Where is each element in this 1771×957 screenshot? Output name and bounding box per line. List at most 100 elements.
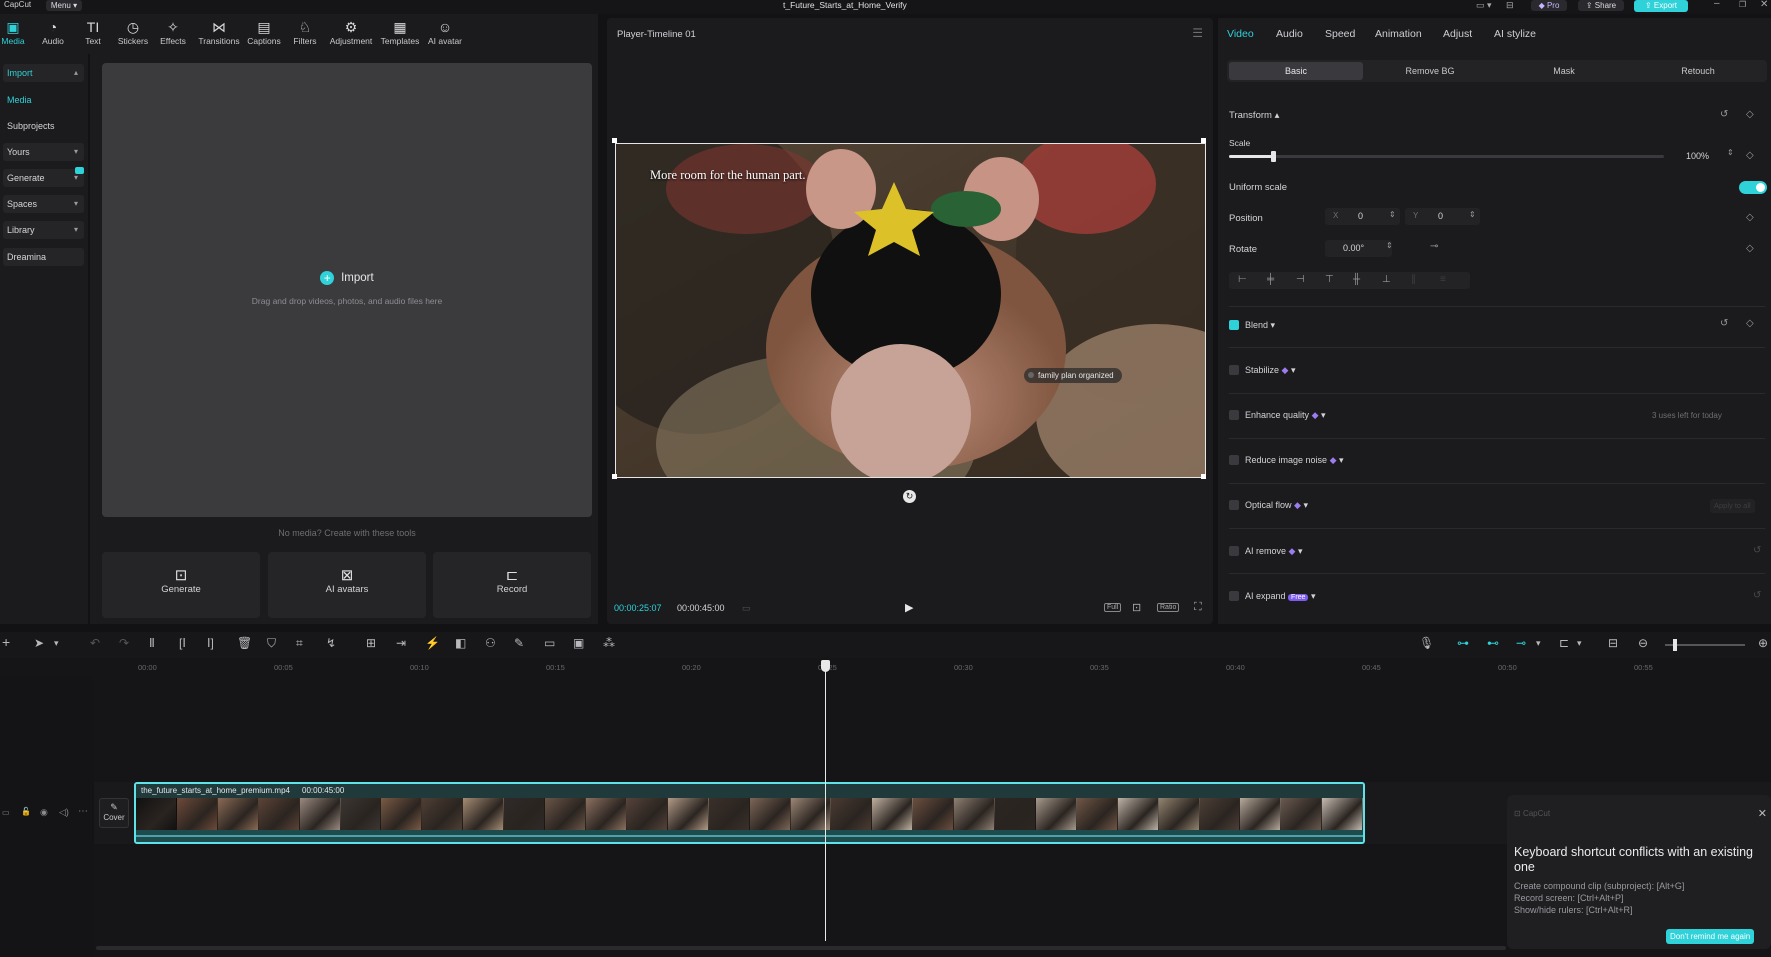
transform-label[interactable]: Transform ▴ <box>1229 110 1279 121</box>
pro-button[interactable]: ◆ Pro <box>1531 0 1567 11</box>
optical-flow-checkbox[interactable] <box>1229 500 1239 510</box>
sidebar-item-generate[interactable]: Generate ▾ <box>3 167 84 187</box>
tool-effects[interactable]: ✧ Effects <box>153 18 193 46</box>
cover-button[interactable]: ✎ Cover <box>99 798 129 828</box>
magic-icon[interactable]: ⚡ <box>425 636 440 650</box>
split-right-icon[interactable]: Ⅰ] <box>207 636 214 650</box>
undo-icon[interactable]: ↶ <box>90 636 100 650</box>
tab-video[interactable]: Video <box>1227 28 1254 40</box>
tab-ai-stylize[interactable]: AI stylize <box>1494 28 1536 40</box>
resize-handle[interactable] <box>1201 138 1206 143</box>
subtab-basic[interactable]: Basic <box>1229 62 1363 80</box>
keyframe-icon[interactable]: ◇ <box>1746 109 1754 120</box>
align-middle-icon[interactable]: ╫ <box>1353 274 1360 285</box>
minimize-icon[interactable]: – <box>1714 0 1720 9</box>
enhance-quality-checkbox[interactable] <box>1229 410 1239 420</box>
layout-icon[interactable]: ▭ ▾ <box>1476 0 1492 11</box>
stepper-icon[interactable]: ⇕ <box>1469 210 1476 219</box>
tool-media[interactable]: ▣ Media <box>0 18 33 46</box>
label-tag[interactable]: family plan organized <box>1024 368 1122 383</box>
select-tool-icon[interactable]: ➤ <box>34 636 44 650</box>
reset-icon[interactable]: ↺ <box>1753 545 1761 556</box>
playhead-handle[interactable] <box>821 660 830 672</box>
tool-adjustment[interactable]: ⚙ Adjustment <box>329 18 373 46</box>
redo-icon[interactable]: ↷ <box>119 636 129 650</box>
sidebar-item-import[interactable]: Import ▴ <box>3 64 84 82</box>
subtab-remove-bg[interactable]: Remove BG <box>1363 62 1497 80</box>
time-ruler[interactable]: 00:00 00:05 00:10 00:15 00:20 00:25 00:3… <box>0 658 1771 676</box>
subtab-retouch[interactable]: Retouch <box>1631 62 1765 80</box>
shield-icon[interactable]: ⛉ <box>267 636 276 651</box>
tool-filters[interactable]: ♘ Filters <box>285 18 325 46</box>
tool-templates[interactable]: ▦ Templates <box>380 18 420 46</box>
main-track-magnet-icon[interactable]: ⊶ <box>1457 636 1469 650</box>
chevron-down-icon[interactable]: ▾ <box>1577 638 1582 649</box>
tool-stickers[interactable]: ◷ Stickers <box>113 18 153 46</box>
keyframe-icon[interactable]: ◇ <box>1746 318 1754 329</box>
align-bottom-icon[interactable]: ⊥ <box>1382 274 1391 285</box>
reduce-noise-label[interactable]: Reduce image noise ◆ ▾ <box>1245 455 1344 466</box>
align-top-icon[interactable]: ⊤ <box>1325 274 1334 285</box>
stabilize-label[interactable]: Stabilize ◆ ▾ <box>1245 365 1296 376</box>
import-dropzone[interactable]: + Import Drag and drop videos, photos, a… <box>102 63 592 517</box>
video-clip[interactable]: the_future_starts_at_home_premium.mp4 00… <box>134 782 1365 844</box>
reduce-noise-checkbox[interactable] <box>1229 455 1239 465</box>
zoom-out-icon[interactable]: ⊖ <box>1638 636 1648 650</box>
zoom-in-icon[interactable]: ⊕ <box>1758 636 1768 650</box>
speaker-icon[interactable]: ◁) <box>59 807 69 818</box>
ai-remove-checkbox[interactable] <box>1229 546 1239 556</box>
resize-handle[interactable] <box>1201 474 1206 479</box>
scale-slider[interactable] <box>1229 151 1664 162</box>
keyframe-icon[interactable]: ◇ <box>1746 243 1754 254</box>
tool-audio[interactable]: ◔ Audio <box>33 18 73 46</box>
scale-value[interactable]: 100% <box>1686 151 1709 161</box>
sidebar-item-library[interactable]: Library ▾ <box>3 221 84 239</box>
stepper-icon[interactable]: ⇕ <box>1727 148 1734 157</box>
mirror-icon[interactable]: ◧ <box>455 636 466 650</box>
ai-remove-label[interactable]: AI remove ◆ ▾ <box>1245 546 1302 557</box>
play-icon[interactable]: ▶ <box>905 601 913 614</box>
enhance-quality-label[interactable]: Enhance quality ◆ ▾ <box>1245 410 1326 421</box>
tab-adjust[interactable]: Adjust <box>1443 28 1472 40</box>
playhead[interactable] <box>821 660 830 941</box>
blend-checkbox[interactable] <box>1229 320 1239 330</box>
eye-icon[interactable]: ◉ <box>40 807 48 818</box>
flip-icon[interactable]: ⊸ <box>1430 241 1438 252</box>
distribute-v-icon[interactable]: ≡ <box>1440 274 1446 285</box>
ai-avatars-tool-button[interactable]: ⊠ AI avatars <box>268 552 426 618</box>
speed-curve-icon[interactable]: ↯ <box>326 636 336 650</box>
zoom-slider[interactable] <box>1665 639 1745 651</box>
crop-icon[interactable]: ⌗ <box>296 636 303 651</box>
preview-axis-icon[interactable]: ⊏ <box>1559 636 1569 650</box>
caption-overlay[interactable]: More room for the human part. <box>650 168 806 183</box>
keyframe-icon[interactable]: ◇ <box>1746 212 1754 223</box>
rotate-input[interactable]: 0.00° <box>1325 240 1392 257</box>
fullscreen-icon[interactable]: ⛶ <box>1194 601 1202 614</box>
shortcut-icon[interactable]: ⊟ <box>1506 0 1514 11</box>
extract-icon[interactable]: ⇥ <box>396 636 406 650</box>
uniform-scale-toggle[interactable] <box>1739 181 1767 194</box>
sidebar-item-spaces[interactable]: Spaces ▾ <box>3 195 84 213</box>
ai-expand-checkbox[interactable] <box>1229 591 1239 601</box>
align-center-icon[interactable]: ╪ <box>1267 274 1274 285</box>
auto-snap-icon[interactable]: ⊷ <box>1487 636 1499 650</box>
align-left-icon[interactable]: ⊢ <box>1238 274 1247 285</box>
split-icon[interactable]: Ⅱ <box>149 636 155 650</box>
optical-flow-label[interactable]: Optical flow ◆ ▾ <box>1245 500 1308 511</box>
zoom-knob[interactable] <box>1673 639 1677 651</box>
reset-icon[interactable]: ↺ <box>1753 590 1761 601</box>
timeline-scrollbar[interactable] <box>96 946 1506 950</box>
tool-transitions[interactable]: ⋈ Transitions <box>198 18 240 46</box>
image-edit-icon[interactable]: ▣ <box>573 636 584 650</box>
tab-speed[interactable]: Speed <box>1325 28 1355 40</box>
close-window-icon[interactable]: ✕ <box>1760 0 1768 10</box>
tool-captions[interactable]: ▤ Captions <box>244 18 284 46</box>
import-button[interactable]: + Import <box>102 271 592 285</box>
tab-animation[interactable]: Animation <box>1375 28 1422 40</box>
linkage-icon[interactable]: ⊸ <box>1516 636 1526 650</box>
reset-icon[interactable]: ↺ <box>1720 318 1728 329</box>
auto-cut-icon[interactable]: ⁂ <box>603 636 615 650</box>
sidebar-item-subprojects[interactable]: Subprojects <box>3 117 84 135</box>
ai-expand-label[interactable]: AI expand Free ▾ <box>1245 591 1315 602</box>
fit-icon[interactable]: ⊟ <box>1608 636 1618 650</box>
